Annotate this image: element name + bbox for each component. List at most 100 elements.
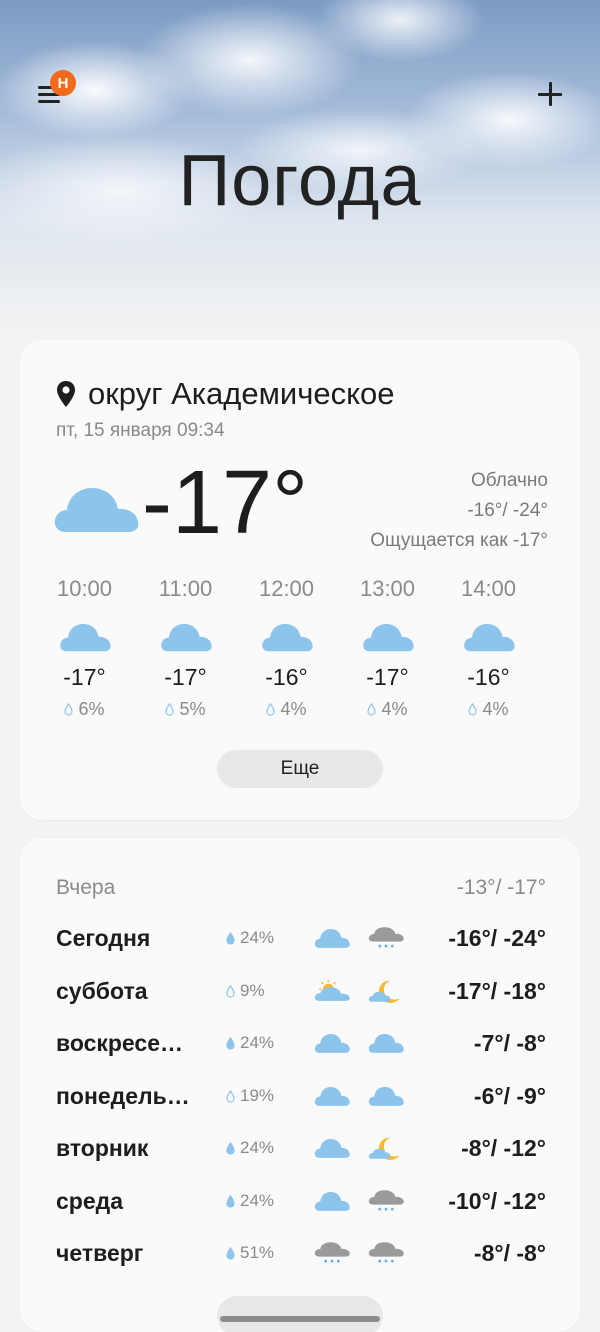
hour-temperature: -17° (366, 664, 409, 690)
add-location-button[interactable] (534, 78, 566, 110)
notification-badge: Н (50, 70, 76, 96)
cloud-icon (314, 1139, 350, 1158)
hour-precipitation: 4% (337, 699, 438, 720)
day-name: вторник (56, 1134, 149, 1161)
cloud-icon (314, 1034, 350, 1053)
yesterday-label: Вчера (56, 876, 116, 899)
cloud-icon (314, 929, 350, 948)
day-weather-icons (314, 1240, 404, 1266)
more-button[interactable]: Еще (217, 750, 383, 788)
precipitation-drop-icon (226, 1141, 235, 1155)
current-temperature: -17° (142, 453, 309, 553)
day-precipitation: 24% (226, 1138, 314, 1158)
hour-time: 12:00 (258, 576, 315, 601)
day-weather-icons (314, 1188, 404, 1214)
hour-precipitation-value: 6% (78, 699, 105, 719)
hour-precipitation-value: 5% (179, 699, 206, 719)
precipitation-drop-icon (165, 703, 175, 716)
sun-cloud-icon (314, 980, 350, 1001)
day-precipitation-value: 51% (240, 1243, 275, 1262)
precipitation-drop-icon (226, 1246, 235, 1260)
day-name: суббота (56, 977, 148, 1004)
daily-row[interactable]: понедель… 19% -6°/ -9° (56, 1076, 546, 1116)
daily-forecast-card[interactable]: Вчера -13°/ -17° Сегодня 24% -16°/ -24° суб… (20, 838, 580, 1332)
location-row[interactable]: округ Академическое (56, 376, 395, 412)
cloud-icon (314, 1192, 350, 1211)
cloud-icon (368, 1034, 404, 1053)
yesterday-temps: -13°/ -17° (456, 876, 546, 899)
hourly-item: 10:00 -17° 6% (34, 576, 135, 720)
precipitation-drop-icon (226, 1194, 235, 1208)
day-temperatures: -6°/ -9° (473, 1082, 546, 1109)
day-weather-icons (314, 1030, 404, 1056)
daily-row[interactable]: суббота 9% -17°/ -18° (56, 971, 546, 1011)
day-precipitation-value: 24% (240, 1138, 275, 1157)
location-pin-icon (57, 381, 75, 407)
hour-temperature: -16° (265, 664, 308, 690)
precipitation-drop-icon (226, 1036, 235, 1050)
precipitation-drop-icon (266, 703, 276, 716)
hour-precipitation-value: 4% (280, 699, 307, 719)
day-weather-icons (314, 1135, 404, 1161)
day-temperatures: -7°/ -8° (473, 1029, 546, 1056)
day-temperatures: -10°/ -12° (448, 1187, 546, 1214)
hourly-forecast[interactable]: 10:00 -17° 6% 11:00 -17° 5% 12:00 -16° 4% 13:00 -1… (34, 576, 566, 720)
condition-block: Облачно -16°/ -24° Ощущается как -17° (370, 466, 548, 556)
day-weather-icons (314, 925, 404, 951)
cloud-icon (368, 1087, 404, 1106)
day-precipitation: 24% (226, 1191, 314, 1211)
hourly-item: 12:00 -16° 4% (236, 576, 337, 720)
day-precipitation-value: 24% (240, 1033, 275, 1052)
hour-time: 13:00 (359, 576, 416, 601)
daily-row[interactable]: воскресе… 24% -7°/ -8° (56, 1023, 546, 1063)
day-precipitation-value: 9% (240, 981, 265, 1000)
day-precipitation: 51% (226, 1243, 314, 1263)
daily-row[interactable]: четверг 51% -8°/ -8° (56, 1233, 546, 1273)
day-temperatures: -8°/ -12° (461, 1134, 546, 1161)
precipitation-drop-icon (64, 703, 74, 716)
page-title: Погода (178, 141, 422, 221)
cloud-icon (54, 488, 139, 532)
condition-text: Облачно (470, 470, 548, 491)
date-time: пт, 15 января 09:34 (56, 420, 225, 441)
hourly-item: 13:00 -17° 4% (337, 576, 438, 720)
day-weather-icons (314, 978, 404, 1004)
precipitation-drop-icon (468, 703, 478, 716)
day-name: Сегодня (56, 924, 151, 951)
home-indicator[interactable] (220, 1316, 380, 1322)
precipitation-drop-icon (226, 984, 235, 998)
day-precipitation: 9% (226, 981, 314, 1001)
daily-row[interactable]: Сегодня 24% -16°/ -24° (56, 918, 546, 958)
cloud-icon (261, 624, 313, 652)
daily-row[interactable]: среда 24% -10°/ -12° (56, 1181, 546, 1221)
moon-cloud-icon (368, 980, 400, 1003)
hour-precipitation-value: 4% (381, 699, 408, 719)
daily-row[interactable]: вторник 24% -8°/ -12° (56, 1128, 546, 1168)
day-name: четверг (56, 1239, 144, 1266)
hour-time: 11:00 (158, 576, 213, 601)
hourly-item: 11:00 -17° 5% (135, 576, 236, 720)
snow-cloud-icon (314, 1242, 350, 1263)
hour-precipitation: 4% (438, 699, 539, 720)
hour-precipitation-value: 4% (482, 699, 509, 719)
cloud-icon (160, 624, 212, 652)
more-days-button[interactable] (217, 1296, 383, 1332)
precipitation-drop-icon (226, 931, 235, 945)
hour-time: 14:00 (460, 576, 517, 601)
high-low-temp: -16°/ -24° (467, 500, 548, 521)
day-precipitation-value: 24% (240, 1191, 275, 1210)
hour-temperature: -17° (63, 664, 106, 690)
day-weather-icons (314, 1083, 404, 1109)
hour-precipitation: 6% (34, 699, 135, 720)
precipitation-drop-icon (226, 1089, 235, 1103)
snow-cloud-icon (368, 1242, 404, 1263)
hour-time: 10:00 (56, 576, 113, 601)
day-temperatures: -17°/ -18° (448, 977, 546, 1004)
snow-cloud-icon (368, 1190, 404, 1211)
day-name: среда (56, 1187, 124, 1214)
current-weather-card[interactable]: округ Академическое пт, 15 января 09:34 … (20, 340, 580, 820)
cloud-icon (59, 624, 111, 652)
cloud-icon (314, 1087, 350, 1106)
cloud-icon (463, 624, 515, 652)
cloud-icon (362, 624, 414, 652)
